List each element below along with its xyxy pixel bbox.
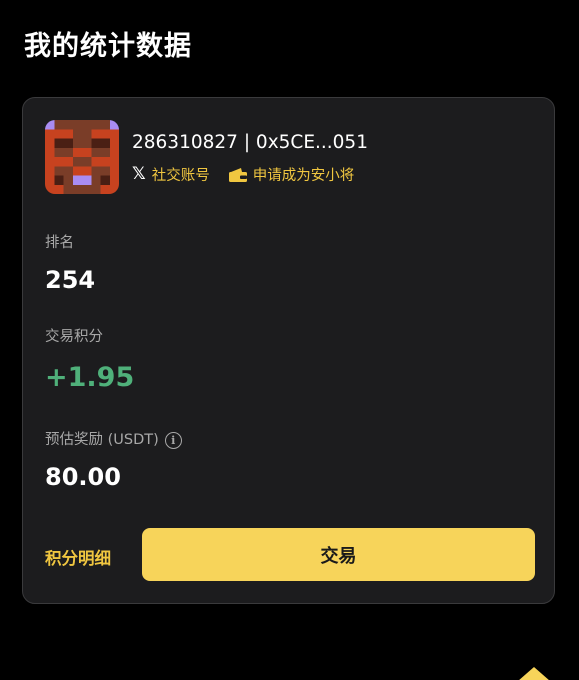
trading-points-value: +1.95 xyxy=(45,362,135,393)
estimated-reward-label: 预估奖励 (USDT) i xyxy=(45,428,182,449)
estimated-reward-value: 80.00 xyxy=(45,463,121,491)
points-details-link[interactable]: 积分明细 xyxy=(45,545,111,569)
scroll-indicator-icon[interactable] xyxy=(518,667,550,680)
wallet-icon xyxy=(228,167,248,183)
apply-ambassador-link[interactable]: 申请成为安小将 xyxy=(228,164,355,185)
x-logo-icon: 𝕏 xyxy=(132,164,146,184)
info-icon[interactable]: i xyxy=(164,431,182,449)
stats-card: 286310827 | 0x5CE...051 𝕏 社交账号 申请成为安小将 排… xyxy=(22,97,555,604)
account-id: 286310827 | 0x5CE...051 xyxy=(132,132,368,153)
trading-points-label: 交易积分 xyxy=(45,329,103,345)
rank-label: 排名 xyxy=(45,235,74,251)
page-title: 我的统计数据 xyxy=(24,31,192,62)
rank-value: 254 xyxy=(45,266,96,294)
social-account-label: 社交账号 xyxy=(151,168,210,184)
page: 我的统计数据 286310827 | 0x5CE...051 𝕏 社交账号 申请… xyxy=(0,0,579,680)
account-links: 𝕏 社交账号 申请成为安小将 xyxy=(132,164,354,185)
avatar xyxy=(45,120,119,194)
social-account-link[interactable]: 𝕏 社交账号 xyxy=(132,164,210,185)
apply-ambassador-label: 申请成为安小将 xyxy=(252,168,355,184)
pixel-avatar-image xyxy=(45,120,119,194)
trade-button[interactable]: 交易 xyxy=(142,528,535,581)
estimated-reward-label-text: 预估奖励 (USDT) xyxy=(45,432,159,448)
